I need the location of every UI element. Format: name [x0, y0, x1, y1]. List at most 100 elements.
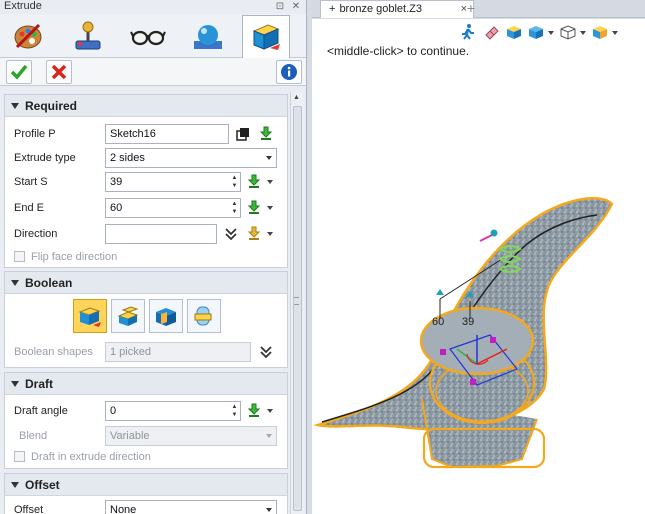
- panel-titlebar: Extrude ⊡ ✕: [0, 0, 306, 14]
- chevron-down-icon[interactable]: [267, 206, 273, 210]
- 3d-viewport[interactable]: <middle-click> to continue. 60 39: [312, 19, 645, 514]
- extrude-box-icon[interactable]: [242, 15, 290, 58]
- draft-dir-row: Draft in extrude direction: [5, 445, 287, 469]
- blend-select[interactable]: Variable: [105, 426, 277, 446]
- collapse-triangle-icon: [11, 482, 19, 488]
- extrude-box-icon: [78, 307, 101, 327]
- offset-section: Offset Offset None: [4, 473, 288, 514]
- copy-icon[interactable]: [236, 127, 250, 141]
- offset-header[interactable]: Offset: [5, 474, 287, 496]
- boolean-shapes-field[interactable]: 1 picked: [105, 342, 251, 362]
- goblet-model[interactable]: 60 39: [312, 19, 645, 514]
- boolean-add-icon: [117, 306, 139, 326]
- offset-select[interactable]: None: [105, 500, 277, 514]
- spinner-icon[interactable]: ▲ ▼: [230, 174, 239, 190]
- options-scroll-area[interactable]: Required Profile P Sketch16 Extrude type…: [4, 92, 288, 514]
- boolean-remove-icon: [156, 308, 176, 326]
- boolean-intersect-icon: [194, 306, 212, 326]
- chevron-down-icon: [266, 156, 272, 160]
- sphere-render-icon[interactable]: [184, 16, 232, 56]
- draft-dir-checkbox[interactable]: [14, 451, 25, 462]
- scroll-up-icon[interactable]: ▲: [293, 94, 300, 101]
- extrude-type-row: Extrude type 2 sides: [5, 146, 287, 170]
- pick-arrow-icon[interactable]: [259, 126, 273, 140]
- boolean-header[interactable]: Boolean: [5, 272, 287, 294]
- draft-angle-input[interactable]: 0 ▲ ▼: [105, 401, 241, 421]
- intersect-button[interactable]: [187, 299, 221, 333]
- ok-button[interactable]: [6, 60, 32, 84]
- collapse-triangle-icon: [11, 280, 19, 286]
- end-label: End E: [14, 202, 44, 214]
- offset-row: Offset None: [5, 498, 287, 514]
- required-section: Required Profile P Sketch16 Extrude type…: [4, 94, 288, 268]
- pick-arrow-icon[interactable]: [247, 174, 261, 188]
- direction-input[interactable]: [105, 224, 217, 244]
- panel-action-row: [0, 58, 306, 86]
- draft-section: Draft Draft angle 0 ▲ ▼ Blend Variable Dra…: [4, 372, 288, 469]
- glasses-icon[interactable]: [124, 16, 172, 56]
- joystick-icon[interactable]: [64, 16, 112, 56]
- collapse-triangle-icon: [11, 103, 19, 109]
- pick-arrow-icon[interactable]: [247, 226, 261, 240]
- pick-arrow-icon[interactable]: [247, 200, 261, 214]
- doc-tab-label: bronze goblet.Z3: [339, 3, 422, 15]
- chevron-down-icon[interactable]: [267, 180, 273, 184]
- pin-icon[interactable]: ⊡: [274, 1, 286, 12]
- checkmark-icon: [10, 64, 28, 80]
- pick-arrow-icon[interactable]: [247, 403, 261, 417]
- direction-row: Direction: [5, 222, 287, 246]
- flip-row: Flip face direction: [5, 245, 287, 269]
- double-chevron-down-icon[interactable]: [259, 345, 273, 359]
- profile-label: Profile P: [14, 128, 56, 140]
- panel-scrollbar[interactable]: ▲: [290, 92, 304, 514]
- draft-header[interactable]: Draft: [5, 373, 287, 395]
- profile-field[interactable]: Sketch16: [105, 124, 229, 144]
- info-button[interactable]: [276, 60, 302, 84]
- offset-label: Offset: [14, 504, 44, 514]
- x-icon: [51, 64, 67, 80]
- add-button[interactable]: [111, 299, 145, 333]
- boolean-shapes-label: Boolean shapes: [14, 346, 93, 358]
- chevron-down-icon[interactable]: [267, 232, 273, 236]
- scroll-thumb[interactable]: [293, 106, 302, 511]
- document-tab[interactable]: + bronze goblet.Z3 ×: [320, 0, 474, 18]
- boolean-section: Boolean Boolean shapes 1 picked: [4, 271, 288, 368]
- chevron-down-icon: [266, 434, 272, 438]
- draft-angle-row: Draft angle 0 ▲ ▼: [5, 399, 287, 423]
- start-label: Start S: [14, 176, 48, 188]
- flip-checkbox[interactable]: [14, 251, 25, 262]
- grip-icon: [294, 297, 299, 305]
- remove-button[interactable]: [149, 299, 183, 333]
- draft-angle-label: Draft angle: [14, 405, 68, 417]
- chevron-down-icon[interactable]: [267, 409, 273, 413]
- flip-label: Flip face direction: [31, 251, 118, 263]
- required-header[interactable]: Required: [5, 95, 287, 117]
- blend-label: Blend: [19, 430, 48, 442]
- cancel-button[interactable]: [46, 60, 72, 84]
- spinner-icon[interactable]: ▲ ▼: [230, 200, 239, 216]
- extrude-type-select[interactable]: 2 sides: [105, 148, 277, 168]
- panel-title: Extrude: [4, 0, 42, 12]
- palette-icon[interactable]: [4, 16, 52, 56]
- start-input[interactable]: 39 ▲ ▼: [105, 172, 241, 192]
- profile-row: Profile P Sketch16: [5, 122, 287, 146]
- draft-dir-label: Draft in extrude direction: [31, 451, 151, 463]
- spinner-icon[interactable]: ▲ ▼: [230, 403, 239, 419]
- dim-label-a[interactable]: 60: [432, 316, 444, 328]
- info-icon: [281, 64, 297, 80]
- dim-label-b[interactable]: 39: [462, 316, 474, 328]
- doc-tab-prefix: +: [329, 3, 336, 15]
- close-icon[interactable]: ✕: [290, 1, 302, 12]
- base-extrude-button[interactable]: [73, 299, 107, 333]
- boolean-shapes-row: Boolean shapes 1 picked: [5, 340, 287, 364]
- direction-label: Direction: [14, 228, 58, 240]
- collapse-triangle-icon: [11, 381, 19, 387]
- double-chevron-down-icon[interactable]: [224, 227, 238, 241]
- new-tab-button[interactable]: +: [464, 0, 478, 18]
- document-area: + bronze goblet.Z3 × + <middle-click> to …: [312, 0, 645, 514]
- end-input[interactable]: 60 ▲ ▼: [105, 198, 241, 218]
- document-tabbar: + bronze goblet.Z3 × +: [312, 0, 645, 18]
- panel-tab-row: [0, 14, 306, 58]
- end-row: End E 60 ▲ ▼: [5, 196, 287, 220]
- start-row: Start S 39 ▲ ▼: [5, 170, 287, 194]
